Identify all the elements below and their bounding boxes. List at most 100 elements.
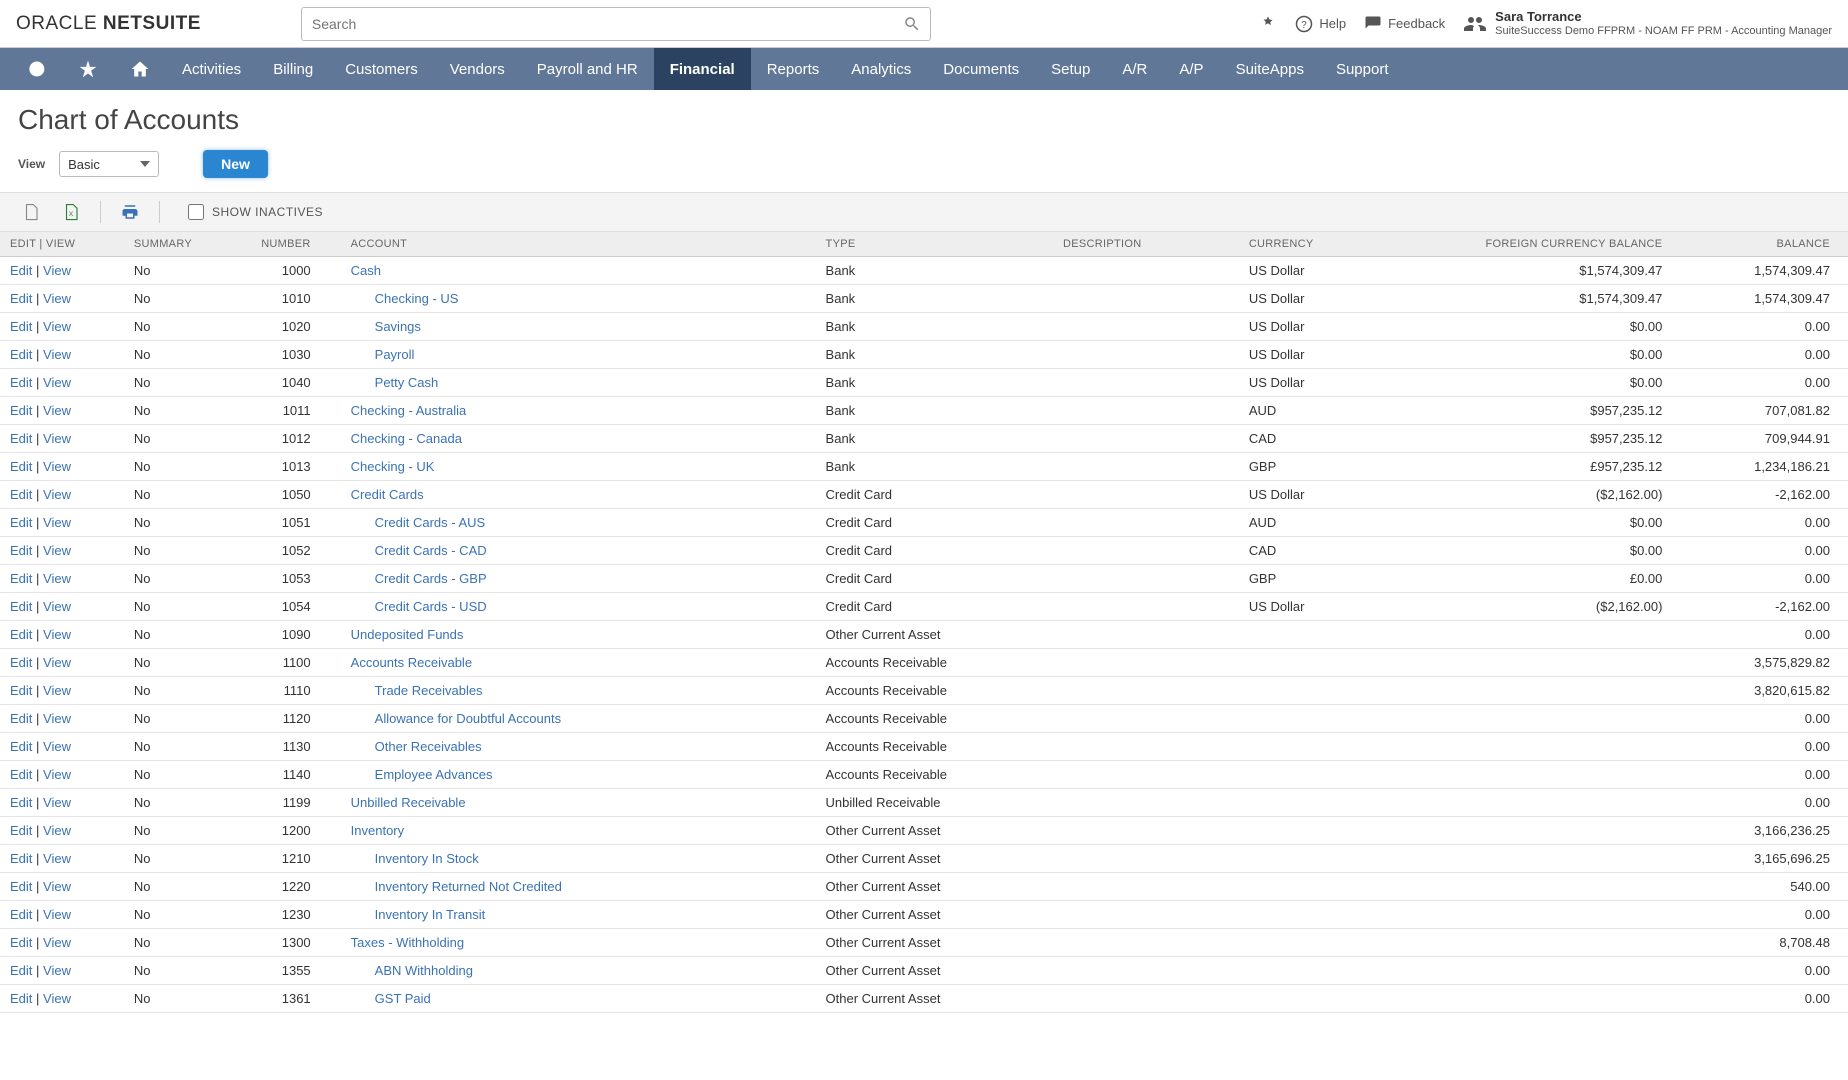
edit-link[interactable]: Edit [10,963,32,978]
edit-link[interactable]: Edit [10,263,32,278]
account-link[interactable]: Checking - UK [351,459,435,474]
edit-link[interactable]: Edit [10,767,32,782]
nav-item-a-p[interactable]: A/P [1163,48,1219,90]
col-type-header[interactable]: TYPE [816,232,1053,257]
account-link[interactable]: Credit Cards - CAD [351,543,487,558]
account-link[interactable]: Inventory Returned Not Credited [351,879,562,894]
account-link[interactable]: Cash [351,263,381,278]
edit-link[interactable]: Edit [10,543,32,558]
view-link[interactable]: View [43,319,71,334]
edit-link[interactable]: Edit [10,515,32,530]
account-link[interactable]: Checking - Australia [351,403,467,418]
view-link[interactable]: View [43,543,71,558]
view-link[interactable]: View [43,879,71,894]
view-select[interactable]: Basic [59,151,159,177]
account-link[interactable]: Credit Cards - GBP [351,571,487,586]
show-inactives-toggle[interactable]: SHOW INACTIVES [188,204,323,220]
account-link[interactable]: Trade Receivables [351,683,483,698]
edit-link[interactable]: Edit [10,403,32,418]
account-link[interactable]: GST Paid [351,991,431,1006]
col-summary-header[interactable]: SUMMARY [124,232,248,257]
account-link[interactable]: Credit Cards [351,487,424,502]
view-link[interactable]: View [43,515,71,530]
col-edit-header[interactable]: EDIT | VIEW [0,232,124,257]
edit-link[interactable]: Edit [10,627,32,642]
nav-item-financial[interactable]: Financial [654,48,751,90]
col-balance-header[interactable]: BALANCE [1672,232,1848,257]
edit-link[interactable]: Edit [10,571,32,586]
nav-item-suiteapps[interactable]: SuiteApps [1220,48,1320,90]
nav-item-payroll-and-hr[interactable]: Payroll and HR [521,48,654,90]
account-link[interactable]: Credit Cards - USD [351,599,487,614]
nav-item-customers[interactable]: Customers [329,48,434,90]
account-link[interactable]: Inventory [351,823,404,838]
nav-item-setup[interactable]: Setup [1035,48,1106,90]
nav-item-reports[interactable]: Reports [751,48,836,90]
view-link[interactable]: View [43,599,71,614]
col-foreign-balance-header[interactable]: FOREIGN CURRENCY BALANCE [1404,232,1672,257]
view-link[interactable]: View [43,935,71,950]
account-link[interactable]: Savings [351,319,421,334]
edit-link[interactable]: Edit [10,319,32,334]
new-button[interactable]: New [203,150,268,178]
edit-link[interactable]: Edit [10,907,32,922]
view-link[interactable]: View [43,403,71,418]
view-link[interactable]: View [43,375,71,390]
view-link[interactable]: View [43,907,71,922]
view-link[interactable]: View [43,459,71,474]
nav-item-support[interactable]: Support [1320,48,1405,90]
edit-link[interactable]: Edit [10,879,32,894]
account-link[interactable]: Checking - Canada [351,431,462,446]
nav-item-analytics[interactable]: Analytics [835,48,927,90]
edit-link[interactable]: Edit [10,375,32,390]
view-link[interactable]: View [43,291,71,306]
nav-item-activities[interactable]: Activities [166,48,257,90]
account-link[interactable]: Other Receivables [351,739,482,754]
edit-link[interactable]: Edit [10,851,32,866]
edit-link[interactable]: Edit [10,711,32,726]
edit-link[interactable]: Edit [10,599,32,614]
view-link[interactable]: View [43,263,71,278]
edit-link[interactable]: Edit [10,739,32,754]
view-link[interactable]: View [43,851,71,866]
help-link[interactable]: ? Help [1295,15,1346,33]
account-link[interactable]: Inventory In Transit [351,907,486,922]
export-excel-icon[interactable]: X [56,198,86,226]
nav-item-a-r[interactable]: A/R [1106,48,1163,90]
nav-item-vendors[interactable]: Vendors [434,48,521,90]
global-search-input[interactable] [301,7,931,41]
edit-link[interactable]: Edit [10,487,32,502]
print-icon[interactable] [115,198,145,226]
nav-item-billing[interactable]: Billing [257,48,329,90]
account-link[interactable]: Employee Advances [351,767,493,782]
col-account-header[interactable]: ACCOUNT [341,232,816,257]
nav-home-icon[interactable] [114,48,166,90]
col-currency-header[interactable]: CURRENCY [1239,232,1404,257]
account-link[interactable]: Taxes - Withholding [351,935,464,950]
edit-link[interactable]: Edit [10,655,32,670]
account-link[interactable]: ABN Withholding [351,963,473,978]
view-link[interactable]: View [43,487,71,502]
nav-shortcuts-icon[interactable] [62,48,114,90]
view-link[interactable]: View [43,571,71,586]
view-link[interactable]: View [43,963,71,978]
feedback-link[interactable]: Feedback [1364,15,1445,33]
view-link[interactable]: View [43,683,71,698]
edit-link[interactable]: Edit [10,795,32,810]
col-description-header[interactable]: DESCRIPTION [1053,232,1239,257]
export-csv-icon[interactable] [16,198,46,226]
account-link[interactable]: Inventory In Stock [351,851,479,866]
view-link[interactable]: View [43,655,71,670]
view-link[interactable]: View [43,823,71,838]
view-link[interactable]: View [43,739,71,754]
view-link[interactable]: View [43,795,71,810]
account-link[interactable]: Undeposited Funds [351,627,464,642]
show-inactives-checkbox[interactable] [188,204,204,220]
view-link[interactable]: View [43,627,71,642]
search-icon[interactable] [903,15,921,33]
edit-link[interactable]: Edit [10,935,32,950]
edit-link[interactable]: Edit [10,431,32,446]
user-role-switcher[interactable]: Sara Torrance SuiteSuccess Demo FFPRM - … [1463,9,1832,38]
nav-item-documents[interactable]: Documents [927,48,1035,90]
account-link[interactable]: Unbilled Receivable [351,795,466,810]
